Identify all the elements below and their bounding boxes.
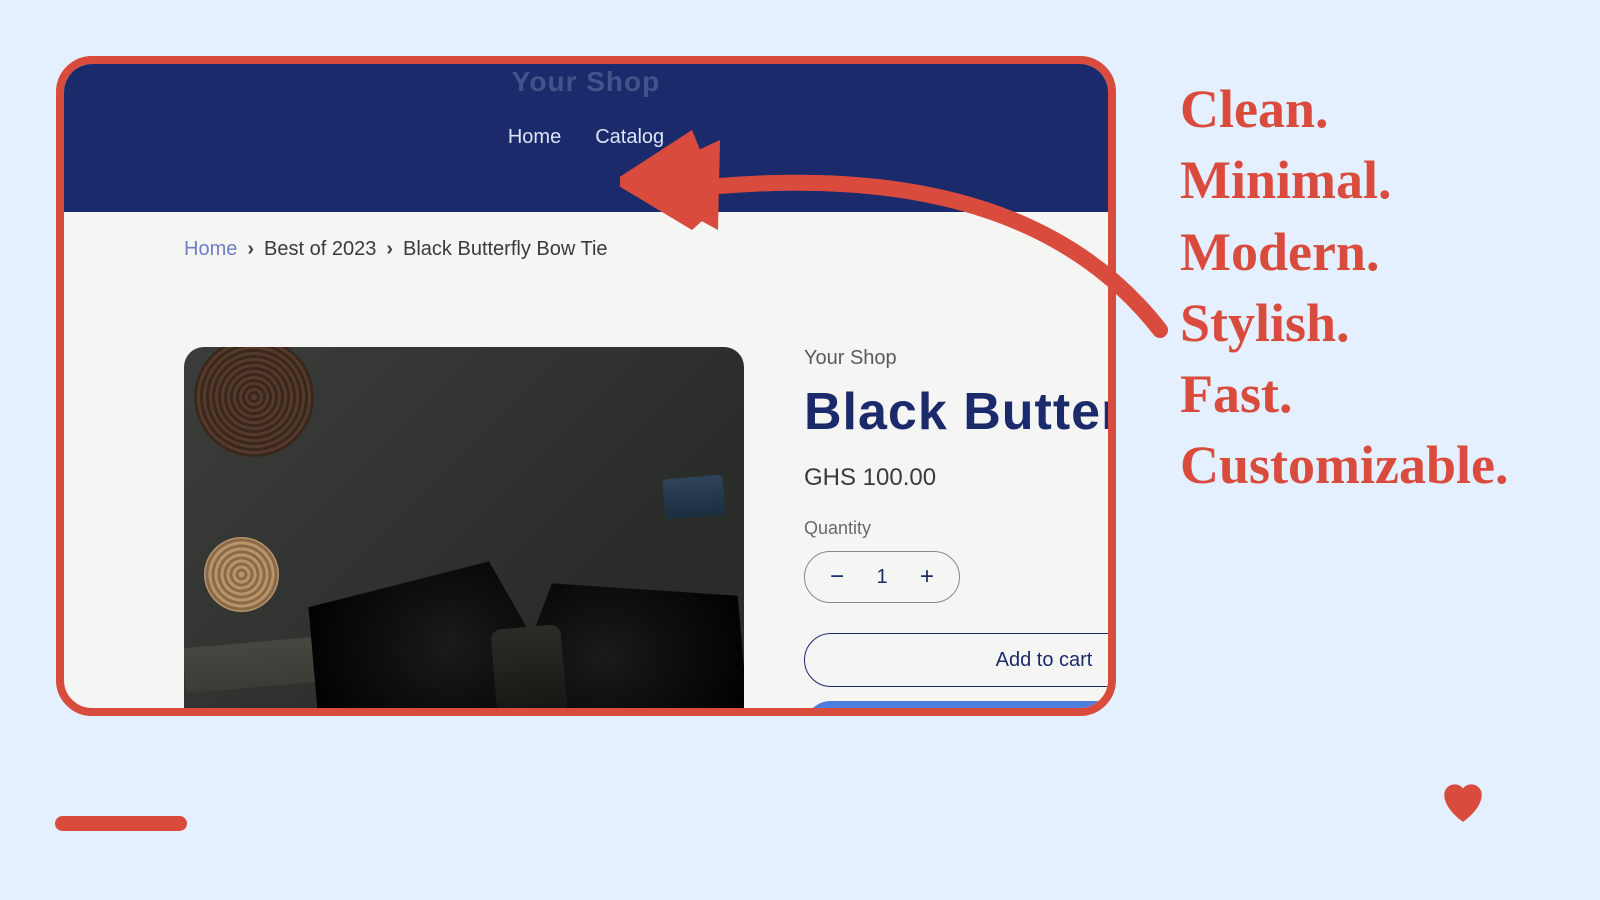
- breadcrumb-separator: ›: [386, 238, 393, 261]
- product-details: Your Shop Black Butterf GHS 100.00 Quant…: [804, 347, 988, 716]
- site-header: Your Shop Home Catalog: [64, 64, 1108, 212]
- marketing-line: Stylish.: [1180, 288, 1508, 359]
- quantity-stepper[interactable]: − 1 +: [804, 551, 960, 603]
- product-image[interactable]: [184, 347, 744, 716]
- marketing-line: Minimal.: [1180, 145, 1508, 216]
- add-to-cart-button[interactable]: Add to cart: [804, 633, 1116, 687]
- breadcrumb: Home › Best of 2023 › Black Butterfly Bo…: [64, 212, 1108, 287]
- progress-indicator: [55, 816, 187, 831]
- product-content: Your Shop Black Butterf GHS 100.00 Quant…: [64, 287, 1108, 716]
- decor-ball-icon: [194, 347, 314, 457]
- breadcrumb-home[interactable]: Home: [184, 238, 237, 261]
- buy-now-button[interactable]: Buy it now: [804, 701, 1116, 716]
- quantity-decrease-button[interactable]: −: [825, 563, 849, 591]
- marketing-line: Modern.: [1180, 217, 1508, 288]
- breadcrumb-separator: ›: [247, 238, 254, 261]
- breadcrumb-collection[interactable]: Best of 2023: [264, 238, 376, 261]
- quantity-label: Quantity: [804, 518, 988, 539]
- product-title: Black Butterf: [804, 382, 988, 442]
- breadcrumb-product: Black Butterfly Bow Tie: [403, 238, 608, 261]
- marketing-line: Customizable.: [1180, 430, 1508, 501]
- product-vendor: Your Shop: [804, 347, 988, 370]
- bowtie-graphic: [314, 567, 734, 716]
- shop-title: Your Shop: [512, 66, 660, 98]
- marketing-line: Fast.: [1180, 359, 1508, 430]
- product-price: GHS 100.00: [804, 464, 988, 492]
- nav-home[interactable]: Home: [508, 126, 561, 149]
- nav-catalog[interactable]: Catalog: [595, 126, 664, 149]
- decor-ball-icon: [204, 537, 279, 612]
- marketing-copy: Clean. Minimal. Modern. Stylish. Fast. C…: [1180, 74, 1508, 502]
- quantity-increase-button[interactable]: +: [915, 563, 939, 591]
- marketing-line: Clean.: [1180, 74, 1508, 145]
- quantity-value: 1: [876, 566, 887, 589]
- browser-frame: Your Shop Home Catalog Home › Best of 20…: [56, 56, 1116, 716]
- heart-icon[interactable]: [1438, 778, 1488, 824]
- main-nav: Home Catalog: [508, 126, 664, 149]
